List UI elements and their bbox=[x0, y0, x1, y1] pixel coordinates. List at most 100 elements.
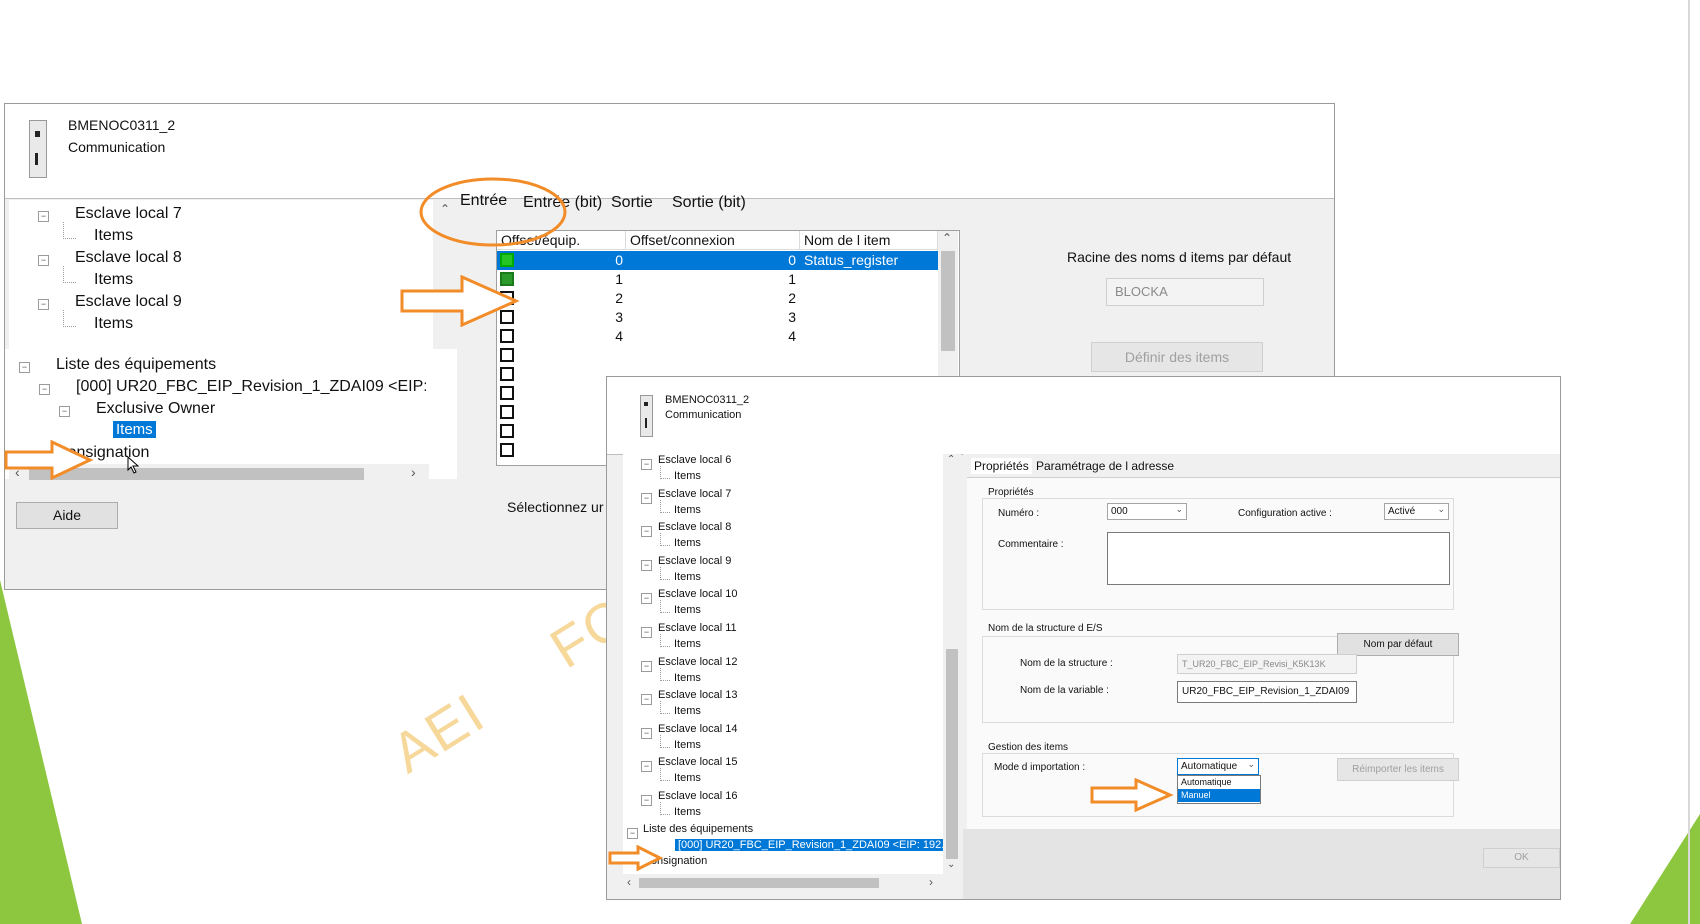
mode-option-automatique[interactable]: Automatique bbox=[1178, 776, 1260, 789]
tree-item-items[interactable]: Items bbox=[674, 604, 701, 616]
struct-name-input[interactable]: T_UR20_FBC_EIP_Revisi_K5K13K bbox=[1177, 654, 1357, 674]
tree-item-items[interactable]: Items bbox=[94, 315, 133, 333]
collapse-icon[interactable]: − bbox=[39, 384, 50, 395]
collapse-icon[interactable]: − bbox=[38, 255, 49, 266]
tree-exclusive-owner[interactable]: Exclusive Owner bbox=[96, 400, 215, 418]
default-name-button[interactable]: Nom par défaut bbox=[1337, 633, 1459, 656]
collapse-icon[interactable]: − bbox=[641, 660, 652, 672]
define-items-button[interactable]: Définir des items bbox=[1091, 342, 1263, 372]
tree-item-esclave[interactable]: Esclave local 11 bbox=[658, 622, 737, 634]
tree-item-items[interactable]: Items bbox=[674, 739, 701, 751]
tree-equip-list[interactable]: Liste des équipements bbox=[56, 356, 216, 374]
tab-sortie[interactable]: Sortie bbox=[611, 194, 653, 212]
tree-item-esclave[interactable]: Esclave local 6 bbox=[658, 454, 731, 466]
row-checkbox[interactable] bbox=[500, 386, 514, 400]
tree-item-esclave-8[interactable]: Esclave local 8 bbox=[75, 249, 182, 267]
row-checkbox[interactable] bbox=[500, 424, 514, 438]
row-checkbox[interactable] bbox=[500, 443, 514, 457]
tree-equip-item[interactable]: [000] UR20_FBC_EIP_Revision_1_ZDAI09 <EI… bbox=[76, 378, 426, 396]
cell-offset-equip: 0 bbox=[615, 252, 623, 268]
cell-offset-equip: 4 bbox=[615, 328, 623, 344]
tree-item-esclave-9[interactable]: Esclave local 9 bbox=[75, 293, 182, 311]
mode-value: Automatique bbox=[1181, 761, 1238, 772]
mode-combo[interactable]: Automatique ⌄ bbox=[1177, 758, 1259, 775]
tree-hscrollbar[interactable]: ‹ › bbox=[623, 874, 943, 892]
tree-item-esclave[interactable]: Esclave local 13 bbox=[658, 689, 738, 701]
collapse-icon[interactable]: − bbox=[641, 593, 652, 605]
scroll-left-icon[interactable]: ‹ bbox=[627, 875, 631, 889]
scroll-thumb[interactable] bbox=[946, 649, 958, 859]
scroll-up-icon[interactable]: ⌃ bbox=[947, 454, 955, 465]
tab-parametrage-adresse[interactable]: Paramétrage de l adresse bbox=[1036, 459, 1174, 473]
collapse-icon[interactable]: − bbox=[627, 828, 638, 839]
root-names-input[interactable]: BLOCKA bbox=[1106, 278, 1264, 306]
collapse-icon[interactable]: − bbox=[38, 299, 49, 310]
tree-item-items[interactable]: Items bbox=[674, 772, 701, 784]
scroll-right-icon[interactable]: › bbox=[411, 464, 416, 480]
tree-item-esclave[interactable]: Esclave local 16 bbox=[658, 790, 738, 802]
tree-item-items[interactable]: Items bbox=[674, 537, 701, 549]
device-subtitle: Communication bbox=[68, 139, 166, 155]
tree-item-items[interactable]: Items bbox=[674, 806, 701, 818]
collapse-icon[interactable]: − bbox=[641, 727, 652, 739]
collapse-icon[interactable]: − bbox=[641, 459, 652, 470]
collapse-icon[interactable]: − bbox=[19, 362, 30, 373]
tab-sortie-bit[interactable]: Sortie (bit) bbox=[672, 194, 746, 212]
tree-item-esclave[interactable]: Esclave local 15 bbox=[658, 756, 738, 768]
help-button[interactable]: Aide bbox=[16, 502, 118, 529]
tree-item-items[interactable]: Items bbox=[94, 227, 133, 245]
collapse-icon[interactable]: − bbox=[641, 761, 652, 773]
collapse-icon[interactable]: − bbox=[641, 492, 652, 504]
collapse-icon[interactable]: − bbox=[641, 795, 652, 806]
tree-equip-list[interactable]: Liste des équipements bbox=[643, 823, 753, 835]
section-title: Propriétés bbox=[988, 487, 1034, 498]
scroll-right-icon[interactable]: › bbox=[929, 875, 933, 889]
var-name-input[interactable]: UR20_FBC_EIP_Revision_1_ZDAI09 bbox=[1177, 681, 1357, 703]
tree-item-items[interactable]: Items bbox=[674, 470, 701, 482]
row-checkbox[interactable] bbox=[500, 405, 514, 419]
row-checkbox[interactable] bbox=[500, 367, 514, 381]
tree-item-items[interactable]: Items bbox=[674, 504, 701, 516]
grid-header[interactable]: Nom de l item bbox=[800, 231, 938, 250]
tree-item-items[interactable]: Items bbox=[94, 271, 133, 289]
collapse-icon[interactable]: − bbox=[641, 627, 652, 638]
scroll-down-icon[interactable]: ⌄ bbox=[947, 859, 955, 870]
tree-item-esclave-7[interactable]: Esclave local 7 bbox=[75, 205, 182, 223]
grid-row[interactable]: 2 2 bbox=[497, 289, 938, 308]
tree-scrollbar[interactable]: ⌃ ⌄ bbox=[943, 454, 961, 874]
tree-item-esclave[interactable]: Esclave local 12 bbox=[658, 656, 738, 668]
scroll-up-icon[interactable]: ⌃ bbox=[942, 231, 952, 245]
tree-item-items[interactable]: Items bbox=[674, 672, 701, 684]
numero-combo[interactable]: 000 ⌄ bbox=[1107, 503, 1187, 520]
tree-item-items[interactable]: Items bbox=[674, 705, 701, 717]
grid-row[interactable]: 3 3 bbox=[497, 308, 938, 327]
grid-row[interactable]: 0 0 Status_register bbox=[497, 251, 938, 270]
tree-item-esclave[interactable]: Esclave local 7 bbox=[658, 488, 731, 500]
tree-item-items[interactable]: Items bbox=[674, 571, 701, 583]
scroll-thumb[interactable] bbox=[941, 251, 955, 351]
tree-item-esclave[interactable]: Esclave local 8 bbox=[658, 521, 731, 533]
tree-item-esclave[interactable]: Esclave local 10 bbox=[658, 588, 738, 600]
collapse-icon[interactable]: − bbox=[641, 694, 652, 706]
tab-proprietes[interactable]: Propriétés bbox=[971, 458, 1032, 474]
comment-textarea[interactable] bbox=[1107, 532, 1450, 585]
reimport-items-button[interactable]: Réimporter les items bbox=[1337, 758, 1459, 781]
grid-row[interactable]: 1 1 bbox=[497, 270, 938, 289]
tree-items-selected[interactable]: Items bbox=[113, 421, 156, 438]
config-combo[interactable]: Activé ⌄ bbox=[1384, 503, 1449, 520]
collapse-icon[interactable]: − bbox=[641, 559, 652, 571]
grid-header[interactable]: Offset/connexion bbox=[626, 231, 800, 250]
collapse-icon[interactable]: − bbox=[641, 526, 652, 538]
scroll-thumb[interactable] bbox=[639, 878, 879, 888]
row-checkbox[interactable] bbox=[500, 348, 514, 362]
tree-item-esclave[interactable]: Esclave local 9 bbox=[658, 555, 731, 567]
collapse-icon[interactable]: − bbox=[38, 211, 49, 222]
tree-equip-item-selected[interactable]: [000] UR20_FBC_EIP_Revision_1_ZDAI09 <EI… bbox=[675, 839, 946, 851]
collapse-icon[interactable]: − bbox=[59, 406, 70, 417]
tree-item-items[interactable]: Items bbox=[674, 638, 701, 650]
grid-row[interactable]: 4 4 bbox=[497, 327, 938, 346]
tree-item-esclave[interactable]: Esclave local 14 bbox=[658, 723, 738, 735]
right-arrow-icon bbox=[608, 845, 664, 871]
ok-button[interactable]: OK bbox=[1483, 848, 1560, 868]
mode-option-manuel[interactable]: Manuel bbox=[1178, 789, 1260, 802]
